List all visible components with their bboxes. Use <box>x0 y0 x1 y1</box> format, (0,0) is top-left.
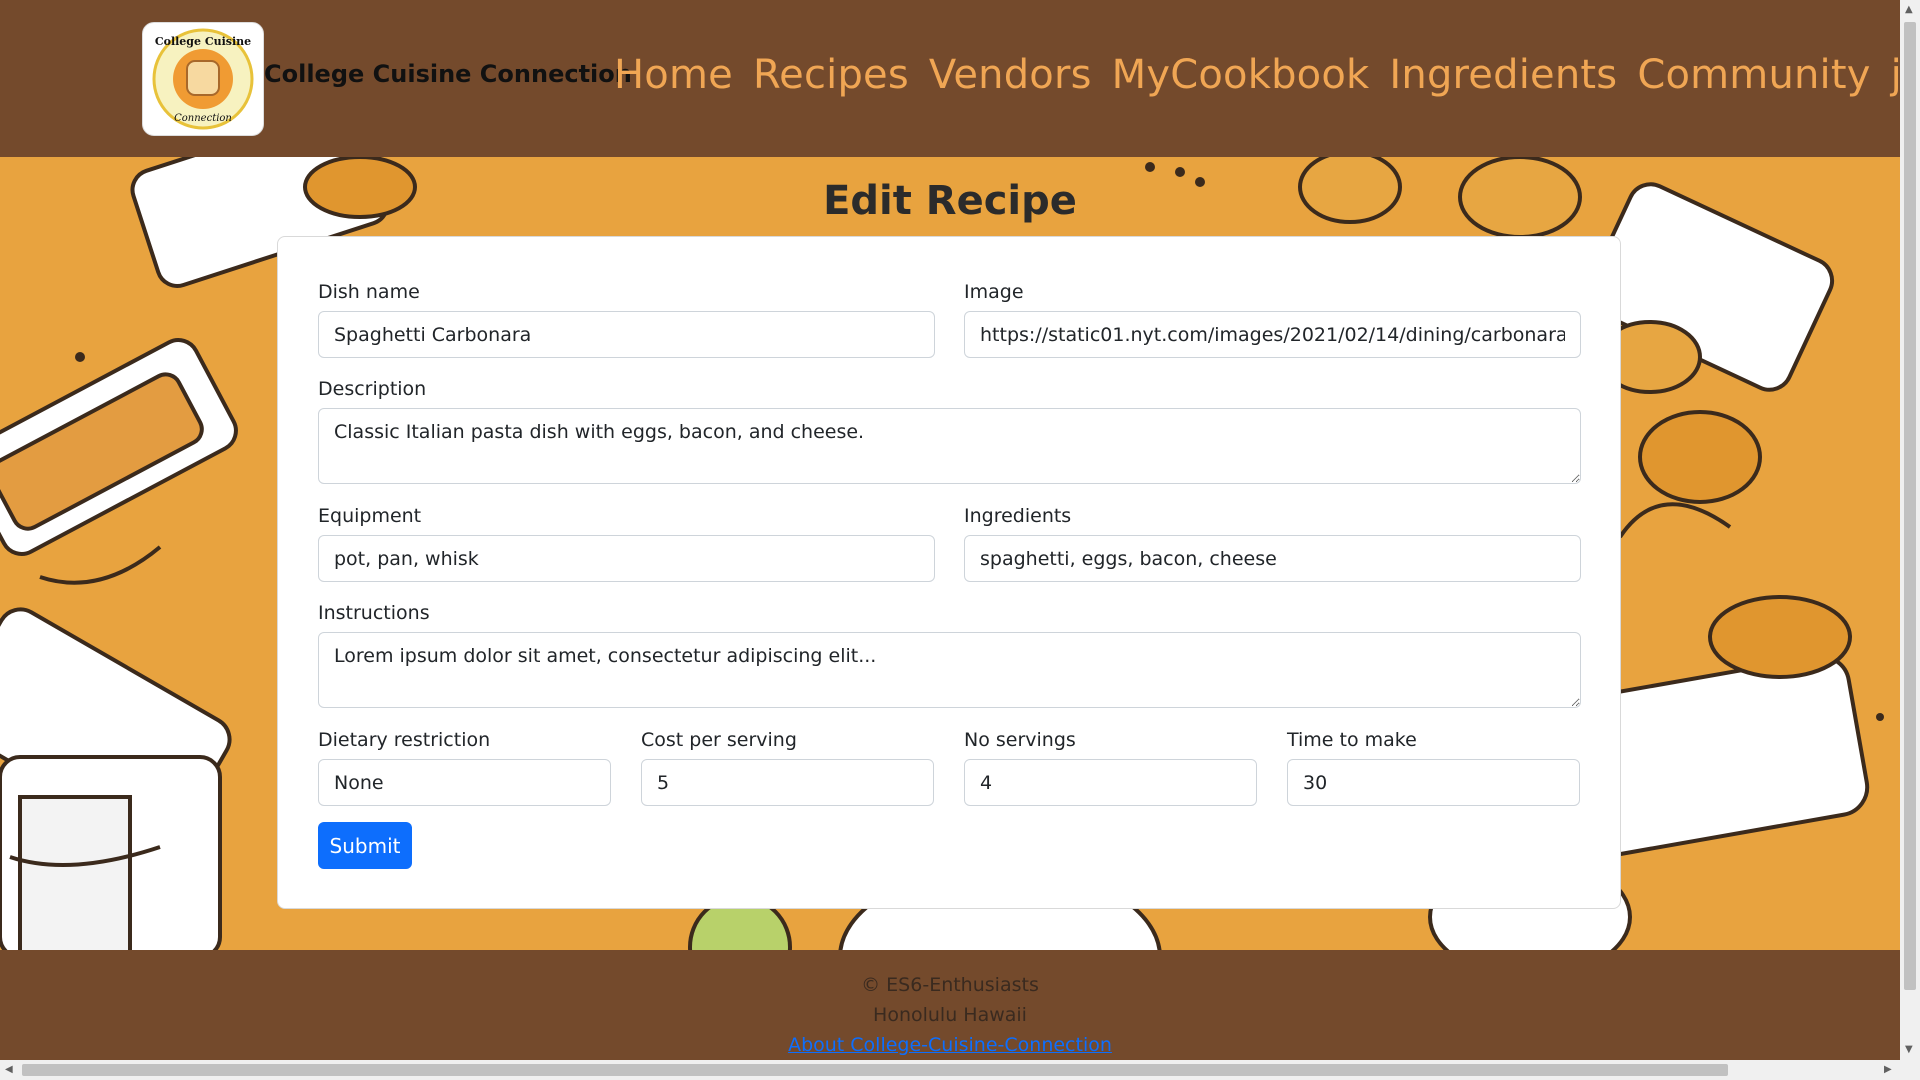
brand-logo[interactable]: College Cuisine Connection <box>142 22 264 136</box>
page-title: Edit Recipe <box>823 178 1077 224</box>
instructions-label: Instructions <box>318 602 430 624</box>
servings-input[interactable] <box>964 759 1257 806</box>
description-textarea[interactable]: Classic Italian pasta dish with eggs, ba… <box>318 408 1581 484</box>
image-field: Image <box>964 281 1581 358</box>
dietary-field: Dietary restriction <box>318 729 611 806</box>
ingredients-input[interactable] <box>964 535 1581 582</box>
dish-name-field: Dish name <box>318 281 935 358</box>
scroll-left-icon[interactable]: ◀ <box>5 1064 13 1075</box>
horizontal-scrollbar[interactable]: ◀ ▶ <box>0 1060 1900 1080</box>
footer-location: Honolulu Hawaii <box>873 1004 1027 1026</box>
footer-copyright: © ES6-Enthusiasts <box>861 974 1039 996</box>
footer-about-link[interactable]: About College-Cuisine-Connection <box>788 1034 1112 1056</box>
image-url-input[interactable] <box>964 311 1581 358</box>
dish-name-label: Dish name <box>318 281 420 303</box>
equipment-label: Equipment <box>318 505 422 527</box>
vertical-scrollbar[interactable]: ▲ ▼ <box>1900 0 1920 1060</box>
nav-links: Home Recipes Vendors MyCookbook Ingredie… <box>614 52 1900 98</box>
horizontal-scroll-thumb[interactable] <box>22 1064 1728 1076</box>
equipment-input[interactable] <box>318 535 935 582</box>
scrollbar-corner <box>1900 1060 1920 1080</box>
equipment-field: Equipment <box>318 505 935 582</box>
time-label: Time to make <box>1287 729 1417 751</box>
logo-text-top: College Cuisine <box>155 35 251 48</box>
nav-vendors[interactable]: Vendors <box>929 52 1092 98</box>
nav-user-email[interactable]: john@foo.com <box>1891 52 1900 98</box>
dietary-label: Dietary restriction <box>318 729 491 751</box>
cost-input[interactable] <box>641 759 934 806</box>
description-label: Description <box>318 378 427 400</box>
footer: © ES6-Enthusiasts Honolulu Hawaii About … <box>0 950 1900 1060</box>
nav-home[interactable]: Home <box>614 52 733 98</box>
servings-field: No servings <box>964 729 1257 806</box>
brand-name[interactable]: College Cuisine Connection <box>264 60 632 88</box>
servings-label: No servings <box>964 729 1076 751</box>
nav-community[interactable]: Community <box>1637 52 1870 98</box>
cost-label: Cost per serving <box>641 729 797 751</box>
nav-mycookbook[interactable]: MyCookbook <box>1112 52 1370 98</box>
viewport: College Cuisine Connection College Cuisi… <box>0 0 1900 1060</box>
toast-logo-icon: College Cuisine Connection <box>152 28 254 130</box>
ingredients-field: Ingredients <box>964 505 1581 582</box>
nav-ingredients[interactable]: Ingredients <box>1389 52 1617 98</box>
edit-recipe-form: Dish name Image Description Classic Ital… <box>277 236 1621 909</box>
submit-button[interactable]: Submit <box>318 822 412 869</box>
vertical-scroll-thumb[interactable] <box>1904 22 1916 990</box>
instructions-textarea[interactable]: Lorem ipsum dolor sit amet, consectetur … <box>318 632 1581 708</box>
scroll-down-icon[interactable]: ▼ <box>1905 1044 1913 1055</box>
description-field: Description Classic Italian pasta dish w… <box>318 378 1581 488</box>
nav-recipes[interactable]: Recipes <box>753 52 909 98</box>
navbar: College Cuisine Connection College Cuisi… <box>0 0 1900 157</box>
logo-text-bottom: Connection <box>174 113 232 124</box>
scroll-up-icon[interactable]: ▲ <box>1905 4 1913 15</box>
cost-field: Cost per serving <box>641 729 934 806</box>
scroll-right-icon[interactable]: ▶ <box>1884 1064 1892 1075</box>
ingredients-label: Ingredients <box>964 505 1072 527</box>
time-input[interactable] <box>1287 759 1580 806</box>
instructions-field: Instructions Lorem ipsum dolor sit amet,… <box>318 602 1581 712</box>
dietary-input[interactable] <box>318 759 611 806</box>
dish-name-input[interactable] <box>318 311 935 358</box>
time-field: Time to make <box>1287 729 1580 806</box>
image-label: Image <box>964 281 1024 303</box>
